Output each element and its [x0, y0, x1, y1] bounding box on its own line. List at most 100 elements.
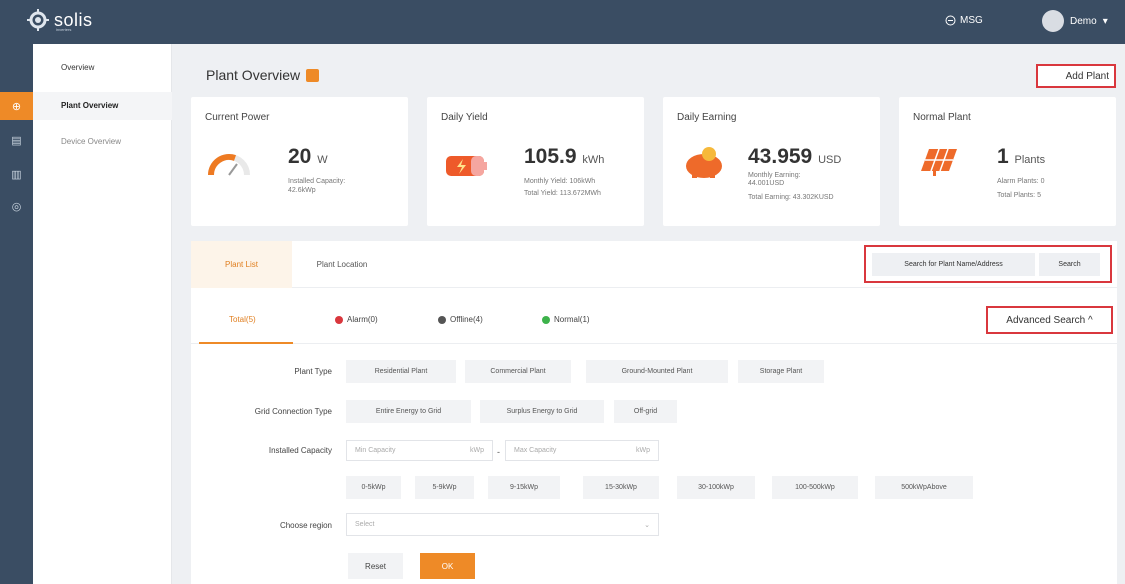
- logo-gear-icon: [27, 9, 49, 31]
- plant-badge-icon: [306, 68, 320, 82]
- status-tab-alarm[interactable]: Alarm(0): [335, 315, 378, 324]
- capacity-range-100-500[interactable]: 100-500kWp: [772, 476, 858, 499]
- solis-logo[interactable]: solis inverters: [26, 8, 93, 32]
- search-box: Search for Plant Name/Address Search: [864, 245, 1112, 283]
- capacity-range-15-30[interactable]: 15-30kWp: [583, 476, 659, 499]
- side-nav: Overview Plant Overview Device Overview: [33, 44, 172, 584]
- capacity-range-5-9[interactable]: 5-9kWp: [415, 476, 474, 499]
- device-icon[interactable]: ▤: [0, 126, 33, 154]
- status-label: Offline(4): [450, 315, 483, 324]
- status-label: Total(5): [229, 315, 256, 324]
- panel-tabs: Plant List Plant Location Search for Pla…: [191, 241, 1117, 288]
- current-power-value: 20 W: [288, 145, 328, 169]
- msg-label: MSG: [960, 15, 983, 26]
- battery-icon: [446, 156, 487, 176]
- chevron-down-icon: ▾: [1102, 15, 1108, 27]
- plant-type-residential[interactable]: Residential Plant: [346, 360, 456, 383]
- alarm-dot-icon: [335, 315, 343, 324]
- advanced-search-toggle[interactable]: Advanced Search ^: [986, 306, 1113, 334]
- total-yield: Total Yield: 113.672MWh: [524, 190, 601, 197]
- status-label: Normal(1): [554, 315, 590, 324]
- chevron-down-icon: ⌄: [644, 521, 650, 529]
- grid-entire-energy[interactable]: Entire Energy to Grid: [346, 400, 471, 423]
- alarm-plants: Alarm Plants: 0: [997, 178, 1045, 185]
- user-menu[interactable]: Demo ▾: [1042, 10, 1108, 32]
- offline-dot-icon: [438, 315, 446, 324]
- choose-region-label: Choose region: [279, 521, 332, 530]
- avatar: [1042, 10, 1064, 32]
- reset-button[interactable]: Reset: [348, 553, 403, 579]
- grid-surplus-energy[interactable]: Surplus Energy to Grid: [480, 400, 604, 423]
- gauge-icon: [207, 153, 250, 176]
- earning-number: 43.959: [748, 145, 813, 168]
- plants-number: 1: [997, 145, 1009, 168]
- normal-plant-card: Normal Plant 1 Plants Alarm Plants: 0 To…: [899, 97, 1116, 226]
- card-title: Normal Plant: [913, 112, 971, 123]
- normal-dot-icon: [542, 315, 550, 324]
- msg-button[interactable]: MSG: [945, 15, 983, 26]
- card-title: Daily Earning: [677, 112, 737, 123]
- total-plants: Total Plants: 5: [997, 192, 1041, 199]
- tab-plant-location[interactable]: Plant Location: [292, 241, 392, 288]
- plant-list-panel: Plant List Plant Location Search for Pla…: [191, 241, 1117, 584]
- nav-item-device-overview[interactable]: Device Overview: [61, 137, 121, 146]
- tab-plant-list[interactable]: Plant List: [191, 241, 292, 288]
- add-plant-button[interactable]: Add Plant: [1036, 64, 1116, 88]
- monthly-earning-value: 44.001USD: [748, 180, 785, 187]
- plant-icon[interactable]: ⊕: [0, 92, 33, 120]
- power-number: 20: [288, 145, 312, 168]
- grid-off-grid[interactable]: Off-grid: [614, 400, 677, 423]
- nav-item-plant-overview[interactable]: Plant Overview: [61, 101, 118, 110]
- ok-button[interactable]: OK: [420, 553, 475, 579]
- daily-yield-card: Daily Yield 105.9 kWh Monthly Yield: 106…: [427, 97, 644, 226]
- min-capacity-placeholder: Min Capacity: [355, 447, 396, 454]
- earning-unit: USD: [818, 154, 842, 166]
- grid-connection-label: Grid Connection Type: [254, 407, 332, 416]
- installed-capacity-label: Installed Capacity:: [288, 178, 346, 185]
- daily-yield-value: 105.9 kWh: [524, 145, 604, 169]
- page-title-text: Plant Overview: [206, 67, 301, 83]
- current-power-card: Current Power 20 W Installed Capacity: 4…: [191, 97, 408, 226]
- nav-item-overview[interactable]: Overview: [61, 63, 94, 72]
- left-icon-rail: ⊕ ▤ ▥ ◎: [0, 44, 33, 584]
- capacity-range-9-15[interactable]: 9-15kWp: [488, 476, 560, 499]
- capacity-range-0-5[interactable]: 0-5kWp: [346, 476, 401, 499]
- card-title: Daily Yield: [441, 112, 488, 123]
- status-label: Alarm(0): [347, 315, 378, 324]
- unit-label: kWp: [470, 447, 484, 454]
- active-tab-underline: [199, 342, 293, 344]
- min-capacity-input[interactable]: Min Capacity kWp: [346, 440, 493, 461]
- normal-plant-value: 1 Plants: [997, 145, 1045, 169]
- plant-type-ground-mounted[interactable]: Ground-Mounted Plant: [586, 360, 728, 383]
- daily-earning-card: Daily Earning 43.959 USD Monthly Earning…: [663, 97, 880, 226]
- user-name: Demo: [1070, 15, 1097, 27]
- solar-panel-icon: [921, 148, 957, 176]
- message-icon: [945, 15, 956, 26]
- page-title: Plant Overview: [206, 67, 320, 83]
- capacity-range-30-100[interactable]: 30-100kWp: [677, 476, 755, 499]
- status-tab-normal[interactable]: Normal(1): [542, 315, 590, 324]
- region-select[interactable]: Select ⌄: [346, 513, 659, 536]
- capacity-range-500-above[interactable]: 500kWpAbove: [875, 476, 973, 499]
- search-button[interactable]: Search: [1039, 253, 1100, 276]
- max-capacity-placeholder: Max Capacity: [514, 447, 557, 454]
- status-tab-total[interactable]: Total(5): [229, 315, 256, 324]
- yield-number: 105.9: [524, 145, 577, 168]
- daily-earning-value: 43.959 USD: [748, 145, 841, 169]
- plant-type-commercial[interactable]: Commercial Plant: [465, 360, 571, 383]
- status-tab-offline[interactable]: Offline(4): [438, 315, 483, 324]
- total-earning: Total Earning: 43.302KUSD: [748, 194, 834, 201]
- report-icon[interactable]: ▥: [0, 160, 33, 188]
- yield-unit: kWh: [582, 154, 605, 166]
- max-capacity-input[interactable]: Max Capacity kWp: [505, 440, 659, 461]
- status-tabs: Total(5) Alarm(0) Offline(4) Normal(1) A…: [191, 298, 1117, 344]
- search-input[interactable]: Search for Plant Name/Address: [872, 253, 1035, 276]
- card-title: Current Power: [205, 112, 270, 123]
- region-placeholder: Select: [355, 521, 375, 528]
- brand-subtitle: inverters: [56, 27, 72, 32]
- eye-icon[interactable]: ◎: [0, 192, 33, 220]
- unit-label: kWp: [636, 447, 650, 454]
- plant-type-label: Plant Type: [294, 367, 332, 376]
- top-bar: solis inverters MSG Demo ▾: [0, 0, 1125, 44]
- plant-type-storage[interactable]: Storage Plant: [738, 360, 824, 383]
